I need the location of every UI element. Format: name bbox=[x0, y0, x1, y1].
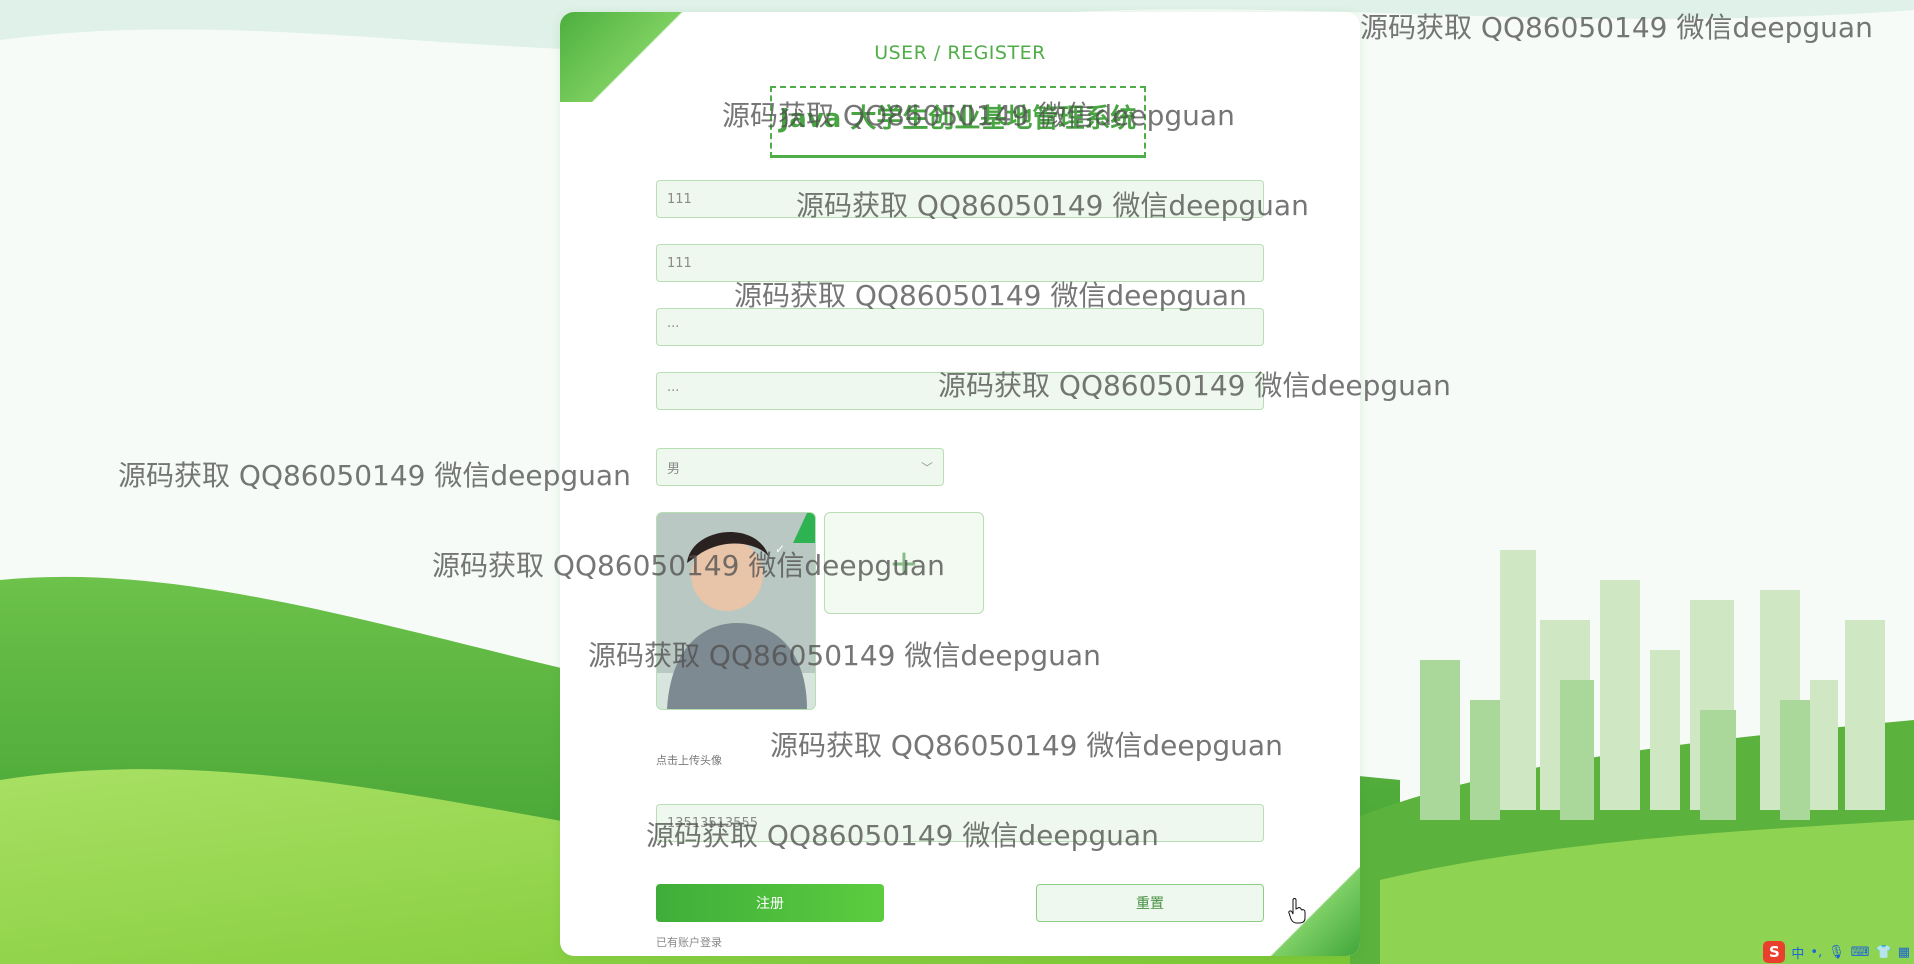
reset-button[interactable]: 重置 bbox=[1036, 884, 1264, 922]
ime-toolbar[interactable]: S 中 •, 🎙 ⌨ 👕 ▦ bbox=[1763, 941, 1910, 963]
phone-input[interactable] bbox=[656, 804, 1264, 842]
avatar-upload-button[interactable]: + bbox=[824, 512, 984, 614]
skin-icon[interactable]: 👕 bbox=[1876, 945, 1892, 960]
microphone-icon[interactable]: 🎙 bbox=[1828, 945, 1845, 960]
avatar-preview[interactable]: ✓ bbox=[656, 512, 816, 710]
avatar-photo: ✓ bbox=[657, 513, 815, 709]
confirm-password-input[interactable] bbox=[656, 372, 1264, 410]
register-button[interactable]: 注册 bbox=[656, 884, 884, 922]
password-input[interactable] bbox=[656, 308, 1264, 346]
punctuation-icon[interactable]: •, bbox=[1810, 945, 1822, 960]
grid-menu-icon[interactable]: ▦ bbox=[1898, 945, 1910, 960]
gender-select[interactable]: 男 ﹀ bbox=[656, 448, 944, 486]
hand-cursor-icon bbox=[1288, 898, 1306, 924]
chevron-down-icon: ﹀ bbox=[920, 460, 933, 475]
name-input[interactable] bbox=[656, 244, 1264, 282]
login-link[interactable]: 已有账户登录 bbox=[656, 934, 722, 950]
keyboard-icon[interactable]: ⌨ bbox=[1851, 945, 1870, 960]
account-input[interactable] bbox=[656, 180, 1264, 218]
ime-mode[interactable]: 中 bbox=[1791, 943, 1804, 962]
svg-text:✓: ✓ bbox=[775, 542, 785, 556]
sogou-ime-icon[interactable]: S bbox=[1763, 941, 1786, 963]
upload-avatar-label: 点击上传头像 bbox=[656, 754, 722, 767]
system-title: Java 大学生创业基地管理系统 bbox=[779, 104, 1137, 134]
gender-select-value: 男 bbox=[667, 461, 681, 477]
register-card: USER / REGISTER Java 大学生创业基地管理系统 男 ﹀ ✓ +… bbox=[560, 12, 1360, 956]
plus-icon: + bbox=[888, 542, 920, 584]
page-header: USER / REGISTER bbox=[874, 42, 1046, 64]
system-title-box: Java 大学生创业基地管理系统 bbox=[770, 86, 1146, 158]
